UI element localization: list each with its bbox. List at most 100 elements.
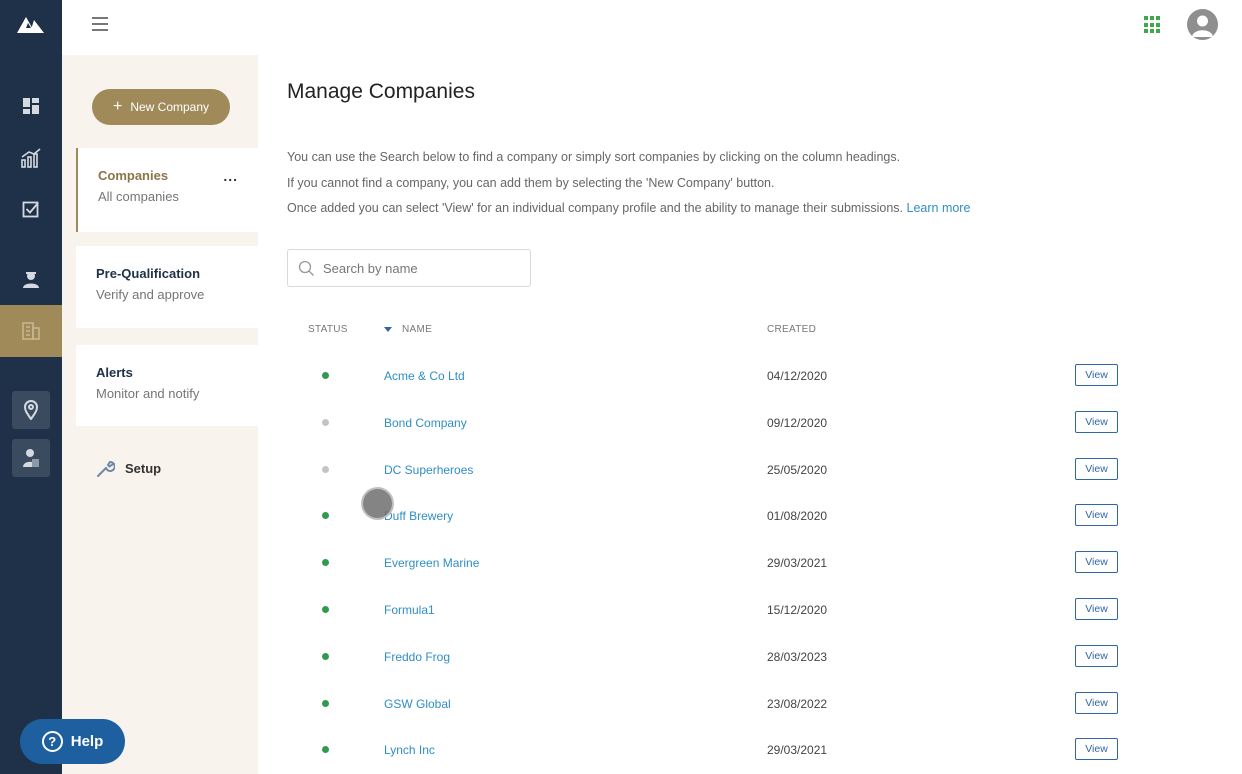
- company-name-link[interactable]: Formula1: [384, 603, 435, 617]
- brand-logo[interactable]: [0, 0, 62, 50]
- table-row: Evergreen Marine 29/03/2021 View: [287, 539, 1167, 586]
- column-status[interactable]: STATUS: [308, 324, 348, 335]
- companies-table: Acme & Co Ltd 04/12/2020 View Bond Company 0…: [287, 352, 1167, 773]
- company-name-link[interactable]: Acme & Co Ltd: [384, 369, 465, 383]
- view-button[interactable]: View: [1075, 410, 1118, 433]
- page-title: Manage Companies: [287, 80, 475, 103]
- column-created[interactable]: CREATED: [767, 324, 816, 335]
- column-name-label: NAME: [402, 324, 433, 335]
- nav-card-subtitle: Monitor and notify: [96, 386, 200, 401]
- created-date: 29/03/2021: [767, 743, 828, 758]
- id-badge-icon: [23, 449, 39, 467]
- nav-card-subtitle: All companies: [98, 189, 179, 204]
- view-button[interactable]: View: [1075, 691, 1118, 714]
- intro-line-2: If you cannot find a company, you can ad…: [287, 175, 775, 190]
- grid-apps-icon[interactable]: [1144, 16, 1162, 34]
- company-name-link[interactable]: Evergreen Marine: [384, 556, 479, 570]
- pointer-indicator: [361, 487, 394, 520]
- table-row: Formula1 15/12/2020 View: [287, 586, 1167, 633]
- nav-card-subtitle: Verify and approve: [96, 287, 205, 302]
- status-indicator: [322, 605, 329, 613]
- company-name-link[interactable]: Freddo Frog: [384, 650, 450, 664]
- status-indicator: [322, 512, 329, 520]
- question-icon: ?: [41, 731, 63, 752]
- analytics-icon: [21, 148, 41, 168]
- checklist-icon: [22, 201, 39, 218]
- view-button[interactable]: View: [1075, 738, 1118, 761]
- table-header: STATUS NAME CREATED: [287, 324, 1167, 338]
- created-date: 29/03/2021: [767, 556, 828, 571]
- rail-item-companies[interactable]: [0, 305, 62, 357]
- rail-item-people[interactable]: [0, 259, 62, 299]
- intro-line-1: You can use the Search below to find a c…: [287, 150, 901, 164]
- column-name[interactable]: NAME: [384, 324, 432, 335]
- location-pin-icon: [23, 400, 39, 420]
- nav-card-title: Pre-Qualification: [96, 266, 201, 281]
- search-input[interactable]: [323, 260, 518, 276]
- view-button[interactable]: View: [1075, 597, 1118, 620]
- top-bar: [62, 0, 1242, 55]
- search-icon: [298, 260, 314, 276]
- view-button[interactable]: View: [1075, 644, 1118, 667]
- table-row: Lynch Inc 29/03/2021 View: [287, 726, 1167, 773]
- created-date: 15/12/2020: [767, 602, 828, 617]
- new-company-button[interactable]: + New Company: [92, 89, 230, 125]
- mountain-logo-icon: [17, 17, 44, 33]
- table-row: Duff Brewery 01/08/2020 View: [287, 492, 1167, 539]
- search-box[interactable]: [287, 249, 531, 287]
- table-row: Bond Company 09/12/2020 View: [287, 399, 1167, 446]
- companies-subnav: + New Company Companies All companies ..…: [62, 55, 258, 774]
- learn-more-link[interactable]: Learn more: [907, 201, 971, 215]
- view-button[interactable]: View: [1075, 457, 1118, 480]
- status-indicator: [322, 372, 329, 379]
- nav-card-companies[interactable]: Companies All companies ...: [76, 148, 258, 232]
- user-avatar-icon[interactable]: [1187, 9, 1218, 40]
- help-button[interactable]: ? Help: [20, 719, 125, 764]
- setup-label: Setup: [125, 461, 162, 476]
- wrench-icon: [97, 461, 115, 477]
- table-row: Acme & Co Ltd 04/12/2020 View: [287, 352, 1167, 399]
- view-button[interactable]: View: [1075, 364, 1118, 386]
- created-date: 28/03/2023: [767, 649, 828, 664]
- rail-item-dashboard[interactable]: [0, 86, 62, 126]
- table-row: DC Superheroes 25/05/2020 View: [287, 446, 1167, 493]
- company-name-link[interactable]: Bond Company: [384, 416, 467, 430]
- company-name-link[interactable]: DC Superheroes: [384, 463, 473, 477]
- sort-descending-icon: [384, 326, 392, 332]
- dashboard-icon: [23, 98, 39, 114]
- setup-link[interactable]: Setup: [96, 459, 161, 478]
- intro-text: You can use the Search below to find a c…: [287, 145, 970, 222]
- rail-item-analytics[interactable]: [0, 138, 62, 178]
- created-date: 23/08/2022: [767, 696, 828, 711]
- status-indicator: [322, 746, 329, 754]
- plus-icon: +: [112, 98, 123, 115]
- more-options-icon[interactable]: ...: [223, 168, 238, 184]
- company-name-link[interactable]: Lynch Inc: [384, 743, 435, 757]
- nav-card-title: Companies: [98, 168, 169, 183]
- icon-rail: [0, 0, 62, 774]
- status-indicator: [322, 699, 329, 707]
- nav-card-prequalification[interactable]: Pre-Qualification Verify and approve: [76, 246, 258, 328]
- table-row: Freddo Frog 28/03/2023 View: [287, 633, 1167, 680]
- created-date: 04/12/2020: [767, 369, 828, 383]
- nav-card-title: Alerts: [96, 365, 133, 380]
- created-date: 09/12/2020: [767, 415, 828, 430]
- status-indicator: [322, 418, 329, 426]
- rail-item-tasks[interactable]: [0, 189, 62, 229]
- status-indicator: [322, 559, 329, 567]
- building-icon: [22, 322, 40, 340]
- hamburger-icon[interactable]: [92, 17, 108, 33]
- nav-card-alerts[interactable]: Alerts Monitor and notify: [76, 345, 258, 426]
- help-label: Help: [70, 733, 104, 750]
- table-row: GSW Global 23/08/2022 View: [287, 680, 1167, 727]
- rail-item-locations[interactable]: [0, 390, 62, 430]
- company-name-link[interactable]: GSW Global: [384, 697, 451, 711]
- view-button[interactable]: View: [1075, 504, 1118, 527]
- company-name-link[interactable]: Duff Brewery: [384, 509, 453, 523]
- created-date: 25/05/2020: [767, 462, 828, 477]
- rail-item-contractors[interactable]: [0, 438, 62, 478]
- intro-line-3: Once added you can select 'View' for an …: [287, 201, 904, 215]
- view-button[interactable]: View: [1075, 551, 1118, 574]
- new-company-label: New Company: [130, 100, 210, 114]
- status-indicator: [322, 465, 329, 473]
